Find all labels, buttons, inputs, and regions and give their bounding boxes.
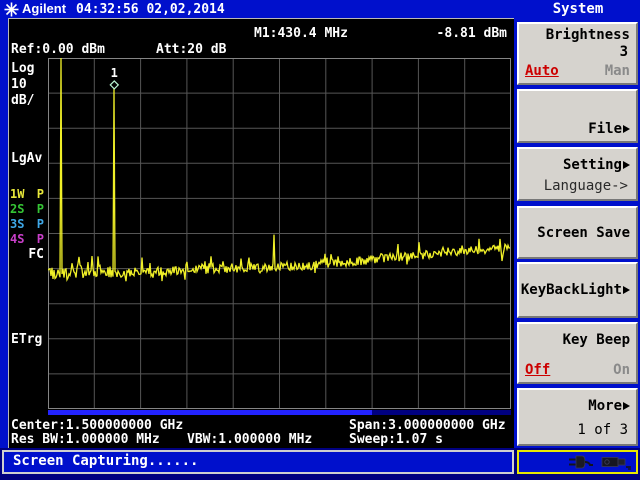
span-label: Span:3.000000000 GHz [349,418,506,433]
softkey-key-beep[interactable]: Key Beep Off On [517,322,638,384]
status-message-box: Screen Capturing...... [2,450,514,474]
top-bar: Agilent 04:32:56 02,02,2014 System [0,0,640,18]
trace-indicators: 1WP2SP3SP4SP [10,187,44,247]
softkey-title: More [588,398,622,414]
softkey-setting[interactable]: Setting Language-> [517,147,638,201]
submenu-arrow-icon [623,402,630,410]
freq-count-label: FC [10,247,44,262]
option-auto[interactable]: Auto [525,63,559,79]
softkey-title: File [588,121,622,137]
datetime-display: 04:32:56 02,02,2014 [76,2,225,17]
vbw-label: VBW:1.000000 MHz [187,432,312,447]
ref-level-label: Ref:0.00 dBm [11,42,105,57]
marker-1-label: 1 [111,66,118,80]
softkey-title: Screen Save [537,225,630,241]
softkey-title: Setting [563,157,622,173]
submenu-arrow-icon [623,125,630,133]
softkey-brightness[interactable]: Brightness 3 Auto Man [517,22,638,85]
attenuation-label: Att:20 dB [156,42,226,57]
marker-readout-freq: M1:430.4 MHz [254,26,348,41]
marker-readout-level: -8.81 dBm [437,26,507,41]
softkey-page-indicator: 1 of 3 [577,422,628,438]
scale-type-label: Log [11,61,34,76]
softkey-title: Brightness [546,27,630,43]
scale-value-label: 10 [11,77,27,92]
brand-logo-text: Agilent [22,1,66,16]
trace-indicator-row: 4SP [10,232,44,247]
trace-indicator-row: 2SP [10,202,44,217]
sweep-progress-fill [48,410,372,415]
softkey-title: Key Beep [563,332,630,348]
trigger-mode-label: ETrg [11,332,42,347]
option-on[interactable]: On [613,362,630,378]
marker-1-diamond-icon [110,81,118,89]
trace-indicator-row: 1WP [10,187,44,202]
trace-indicator-row: 3SP [10,217,44,232]
average-mode-label: LgAv [11,151,42,166]
softkey-title: KeyBackLight [521,282,622,298]
center-freq-label: Center:1.500000000 GHz [11,418,183,433]
brightness-value: 3 [620,44,628,60]
softkey-keybacklight[interactable]: KeyBackLight [517,262,638,318]
graticule-and-trace: 1 [48,58,511,409]
softkey-more[interactable]: More 1 of 3 [517,388,638,446]
bottom-status-bar: Screen Capturing...... [0,448,640,480]
power-plug-icon [569,454,596,470]
softkey-screen-save[interactable]: Screen Save [517,206,638,259]
sweep-time-label: Sweep:1.07 s [349,432,443,447]
rbw-label: Res BW:1.000000 MHz [11,432,160,447]
spectrum-display: M1:430.4 MHz -8.81 dBm Ref:0.00 dBm Att:… [8,18,514,448]
softkey-subtitle: Language-> [544,178,628,194]
softkey-file[interactable]: File [517,89,638,143]
option-off[interactable]: Off [525,362,550,378]
submenu-arrow-icon [623,286,630,294]
usb-icon [601,454,631,470]
menu-title: System [516,1,640,17]
softkey-menu: Brightness 3 Auto Man File Setting Langu… [516,18,640,448]
scale-unit-label: dB/ [11,93,34,108]
peripheral-status-box [517,450,638,474]
option-man[interactable]: Man [605,63,630,79]
submenu-arrow-icon [623,161,630,169]
sweep-progress-track [48,410,511,415]
